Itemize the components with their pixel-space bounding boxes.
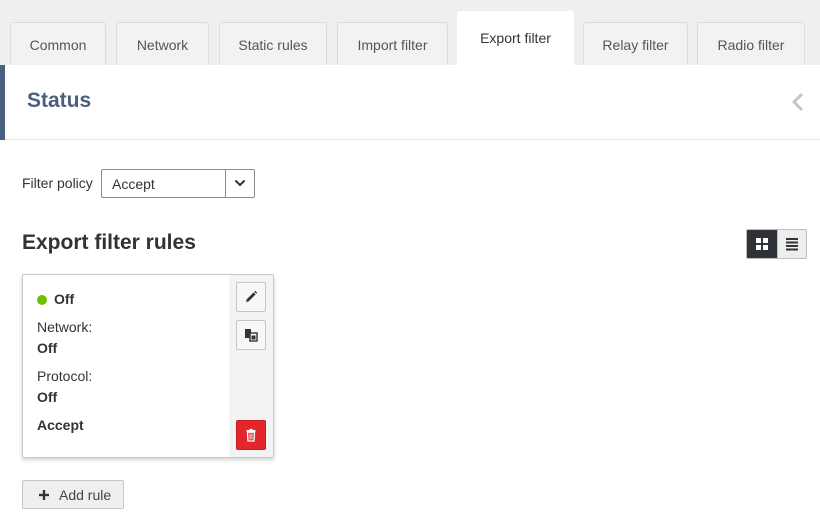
tab-panel: Status Filter policy Accept Export filte…: [0, 65, 820, 528]
duplicate-rule-button[interactable]: [236, 320, 266, 350]
edit-icon: [246, 290, 258, 302]
rules-section-title: Export filter rules: [22, 231, 196, 254]
rule-action: Accept: [37, 417, 84, 433]
tab-common[interactable]: Common: [10, 22, 106, 65]
rule-state: Off: [54, 291, 75, 307]
rule-actions: [229, 275, 273, 457]
tab-radio-filter[interactable]: Radio filter: [697, 22, 805, 65]
rule-network-label: Network:: [37, 319, 93, 335]
tab-static-rules[interactable]: Static rules: [219, 22, 327, 65]
tab-bar: Common Network Static rules Import filte…: [0, 0, 820, 66]
rule-protocol-label: Protocol:: [37, 368, 93, 384]
rule-protocol-value: Off: [37, 389, 58, 405]
status-title: Status: [27, 89, 92, 112]
status-accent-bar: [0, 65, 5, 140]
add-rule-label: Add rule: [59, 487, 112, 503]
tab-import-filter[interactable]: Import filter: [337, 22, 448, 65]
chevron-left-icon[interactable]: [790, 91, 806, 113]
trash-icon: [246, 428, 256, 442]
chevron-down-icon[interactable]: [225, 170, 254, 197]
plus-icon: [39, 490, 49, 500]
list-view-icon[interactable]: [777, 230, 806, 258]
rule-card[interactable]: Off Network: Off Protocol: Off Accept: [22, 274, 274, 458]
rule-network-value: Off: [37, 340, 58, 356]
edit-rule-button[interactable]: [236, 282, 266, 312]
view-mode-toggle: [746, 229, 807, 259]
tab-export-filter[interactable]: Export filter: [457, 11, 574, 66]
tab-relay-filter[interactable]: Relay filter: [583, 22, 688, 65]
status-header[interactable]: Status: [0, 65, 820, 140]
status-dot-icon: [37, 295, 47, 305]
tab-network[interactable]: Network: [116, 22, 209, 65]
add-rule-button[interactable]: Add rule: [22, 480, 124, 509]
filter-policy-value: Accept: [112, 176, 155, 192]
duplicate-icon: [245, 329, 258, 342]
filter-policy-select[interactable]: Accept: [101, 169, 255, 198]
filter-policy-label: Filter policy: [22, 175, 93, 191]
delete-rule-button[interactable]: [236, 420, 266, 450]
grid-view-icon[interactable]: [747, 230, 777, 258]
